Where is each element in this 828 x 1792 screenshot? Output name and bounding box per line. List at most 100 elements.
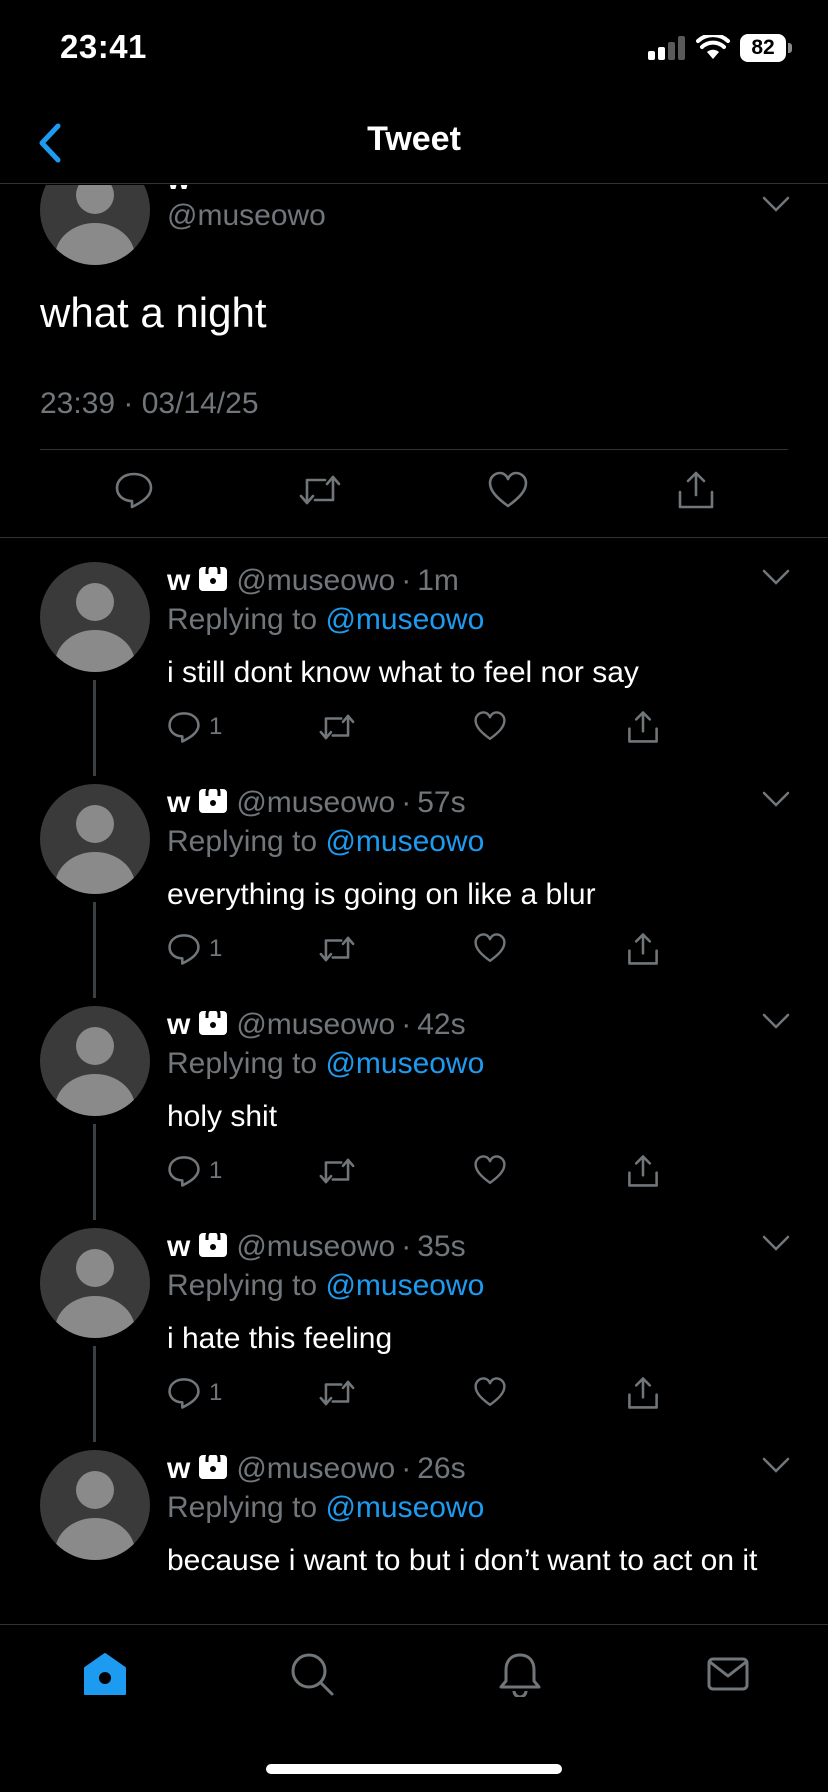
reply-tweet[interactable]: w @museowo · 1m Replying to @museowo i s… <box>0 542 828 776</box>
tweet-menu-button[interactable] <box>762 1456 790 1479</box>
mention-link[interactable]: @museowo <box>325 603 484 636</box>
reply-time: 35s <box>417 1230 466 1263</box>
heart-icon <box>474 1155 506 1184</box>
retweet-button[interactable] <box>318 1154 356 1188</box>
tweet-actions <box>0 470 828 520</box>
page-title: Tweet <box>367 120 461 158</box>
cellular-signal-icon <box>648 36 685 60</box>
reply-time: 57s <box>417 786 466 819</box>
default-avatar-icon <box>55 1471 135 1560</box>
like-button[interactable] <box>473 1376 507 1408</box>
author-handle[interactable]: @museowo <box>236 1452 395 1486</box>
tweet-menu-button[interactable] <box>762 1012 790 1035</box>
replying-to: Replying to @museowo <box>167 1269 484 1303</box>
reply-time: 26s <box>417 1452 466 1485</box>
share-icon <box>628 1155 658 1187</box>
mention-link[interactable]: @museowo <box>325 1269 484 1302</box>
default-avatar-icon <box>55 1249 135 1338</box>
tab-search[interactable] <box>289 1651 335 1702</box>
avatar[interactable] <box>40 784 150 894</box>
share-button[interactable] <box>626 1376 660 1410</box>
reply-time: 42s <box>417 1008 466 1041</box>
reply-tweet[interactable]: w @museowo · 35s Replying to @museowo i … <box>0 1208 828 1442</box>
tab-notifications[interactable] <box>497 1651 543 1702</box>
comment-icon <box>168 934 200 965</box>
like-button[interactable] <box>473 1154 507 1186</box>
author-handle[interactable]: @museowo <box>236 786 395 820</box>
tweet-menu-button[interactable] <box>762 790 790 813</box>
author-name[interactable]: w <box>167 1008 190 1042</box>
tab-messages[interactable] <box>705 1651 751 1702</box>
retweet-button[interactable] <box>318 932 356 966</box>
bell-icon <box>499 1653 541 1699</box>
retweet-icon <box>299 475 341 505</box>
reply-tweet[interactable]: w @museowo · 26s Replying to @museowo be… <box>0 1430 828 1624</box>
share-button[interactable] <box>626 710 660 744</box>
replying-to-prefix: Replying to <box>167 1047 318 1080</box>
lock-icon <box>198 562 228 600</box>
author-name[interactable]: w <box>167 786 190 820</box>
tweet-menu-button[interactable] <box>762 568 790 591</box>
retweet-button[interactable] <box>298 470 342 515</box>
replying-to-prefix: Replying to <box>167 1269 318 1302</box>
avatar[interactable] <box>40 562 150 672</box>
default-avatar-icon <box>55 583 135 672</box>
retweet-icon <box>319 714 355 740</box>
like-button[interactable] <box>473 710 507 742</box>
tweet-menu-button[interactable] <box>762 1234 790 1257</box>
author-handle[interactable]: @museowo <box>236 1008 395 1042</box>
separator-dot: · <box>401 1452 412 1485</box>
share-icon <box>628 1377 658 1409</box>
avatar[interactable] <box>40 185 150 265</box>
mention-link[interactable]: @museowo <box>325 825 484 858</box>
reply-tweet[interactable]: w @museowo · 42s Replying to @museowo ho… <box>0 986 828 1220</box>
avatar[interactable] <box>40 1228 150 1338</box>
avatar[interactable] <box>40 1006 150 1116</box>
battery-level: 82 <box>740 34 786 62</box>
reply-button[interactable] <box>114 470 154 515</box>
share-button[interactable] <box>676 470 716 515</box>
share-button[interactable] <box>626 1154 660 1188</box>
separator-dot: · <box>401 1008 412 1041</box>
mention-link[interactable]: @museowo <box>325 1491 484 1524</box>
retweet-icon <box>319 1380 355 1406</box>
tab-home[interactable] <box>82 1651 128 1702</box>
replying-to: Replying to @museowo <box>167 1047 484 1081</box>
main-tweet: w @museowo what a night 23:39 · 03/14/25 <box>0 185 828 538</box>
reply-tweet[interactable]: w @museowo · 57s Replying to @museowo ev… <box>0 764 828 998</box>
tweet-menu-button[interactable] <box>762 195 790 218</box>
reply-button[interactable]: 1 <box>167 1154 222 1188</box>
default-avatar-icon <box>55 1027 135 1116</box>
mention-link[interactable]: @museowo <box>325 1047 484 1080</box>
share-button[interactable] <box>626 932 660 966</box>
reply-button[interactable]: 1 <box>167 1376 222 1410</box>
author-name[interactable]: w <box>167 564 190 598</box>
author-handle[interactable]: @museowo <box>236 564 395 598</box>
home-indicator[interactable] <box>266 1764 562 1774</box>
author-name[interactable]: w <box>167 1452 190 1486</box>
author-handle[interactable]: @museowo <box>236 1230 395 1264</box>
author-name[interactable]: w <box>167 1230 190 1264</box>
share-icon <box>628 933 658 965</box>
comment-icon <box>115 472 153 509</box>
reply-button[interactable]: 1 <box>167 932 222 966</box>
author-handle[interactable]: @museowo <box>167 199 326 233</box>
tweet-actions: 1 <box>0 710 828 750</box>
like-button[interactable] <box>487 470 529 515</box>
reply-button[interactable]: 1 <box>167 710 222 744</box>
status-icons: 82 <box>648 34 792 62</box>
like-button[interactable] <box>473 932 507 964</box>
heart-icon <box>488 471 528 508</box>
search-icon <box>291 1653 334 1696</box>
heart-icon <box>474 933 506 962</box>
reply-count: 1 <box>209 713 223 740</box>
tweet-timestamp: 23:39 · 03/14/25 <box>40 387 259 420</box>
retweet-icon <box>319 1158 355 1184</box>
chevron-down-icon <box>762 569 790 585</box>
share-icon <box>628 711 658 743</box>
reply-header: w @museowo · 57s <box>167 784 466 822</box>
retweet-button[interactable] <box>318 1376 356 1410</box>
author-name[interactable]: w <box>167 185 190 197</box>
retweet-button[interactable] <box>318 710 356 744</box>
avatar[interactable] <box>40 1450 150 1560</box>
